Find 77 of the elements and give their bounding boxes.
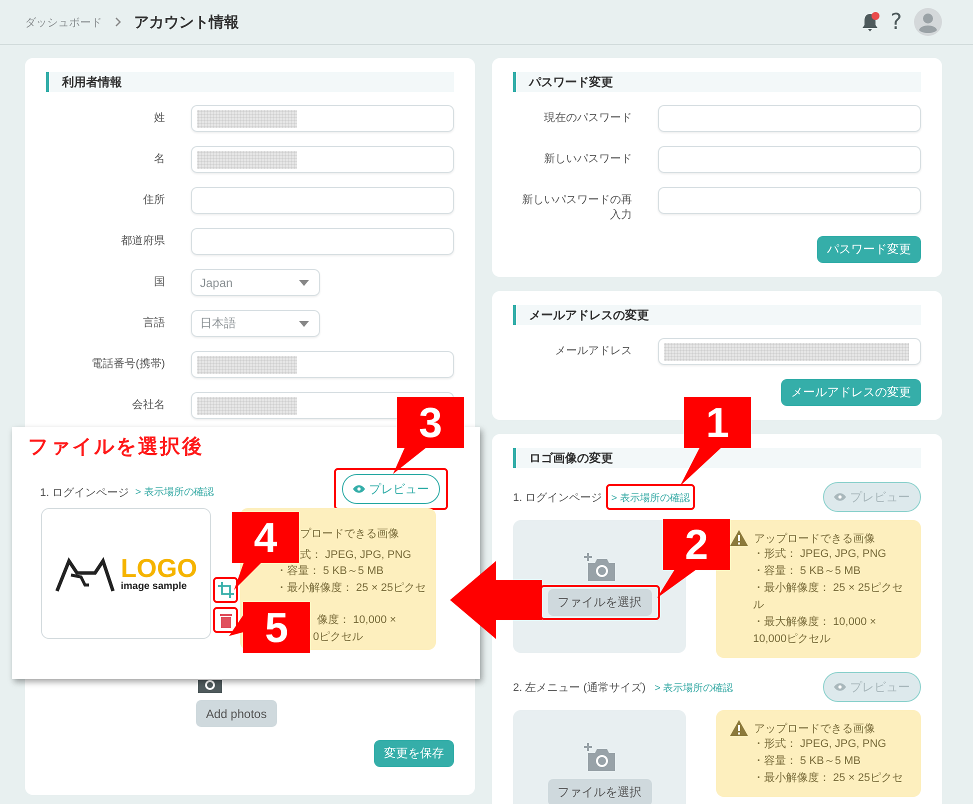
field-label: 都道府県 <box>120 234 165 249</box>
info-text: ・容量： 5 KB～5 MB <box>752 754 862 769</box>
warning-icon <box>730 720 748 736</box>
field-label: 新しいパスワード <box>543 152 632 167</box>
info-text: ・容量： 5 KB～5 MB <box>752 564 862 579</box>
info-text: ・容量： 5 KB～5 MB <box>276 564 385 579</box>
cat-outline-drawing <box>54 554 117 592</box>
field-label: 新しいパスワードの再入力 <box>521 192 632 223</box>
password-field[interactable] <box>658 146 921 173</box>
camera-plus-icon <box>584 553 616 581</box>
preview-button[interactable]: プレビュー <box>342 474 440 504</box>
slot-label: 1. ログインページ <box>40 486 130 500</box>
info-text: プロードできる画像 <box>300 526 400 542</box>
text-field[interactable] <box>191 228 454 255</box>
choose-file-button[interactable]: ファイルを選択 <box>548 779 652 804</box>
field-label: 住所 <box>142 193 165 208</box>
camera-plus-icon <box>584 743 616 771</box>
field-label: 電話番号(携帯) <box>90 356 165 372</box>
info-text: ・形式： JPEG, JPG, PNG <box>752 547 888 562</box>
logo-text: LOGO <box>120 555 198 581</box>
field-label: 国 <box>153 275 165 290</box>
slot-label: 1. ログインページ <box>513 490 602 504</box>
field-label: 会社名 <box>131 398 165 413</box>
logo-tagline: image sample <box>120 581 188 592</box>
eye-icon <box>353 485 365 493</box>
section-title: パスワード変更 <box>513 72 921 92</box>
slot-label: 2. 左メニュー (通常サイズ) <box>513 680 646 694</box>
field-label: 姓 <box>153 111 165 126</box>
warning-icon <box>730 530 748 546</box>
password-field[interactable] <box>658 187 921 214</box>
location-link[interactable]: > 表示場所の確認 <box>654 683 734 694</box>
info-text: 式： JPEG, JPG, PNG <box>300 548 412 562</box>
location-link[interactable]: > 表示場所の確認 <box>611 493 690 504</box>
info-title: アップロードできる画像 <box>754 532 875 546</box>
callout-tooltip: 5 <box>243 602 310 653</box>
info-text: ・最小解像度： 25 × 25ピクセル <box>752 580 904 613</box>
bell-icon[interactable] <box>860 11 882 33</box>
text-field[interactable] <box>191 351 454 378</box>
info-text: 0ピクセル <box>313 630 364 644</box>
change-password-button[interactable]: パスワード変更 <box>817 236 921 263</box>
text-field[interactable] <box>191 146 454 173</box>
password-field[interactable] <box>658 105 921 132</box>
info-text: ・形式： JPEG, JPG, PNG <box>752 737 888 752</box>
info-text: ・最小解像度： 25 × 25ピクセ <box>276 580 428 596</box>
email-field[interactable] <box>658 338 921 365</box>
info-text: ・最大解像度： 10,000 × 10,000ピクセル <box>752 614 878 647</box>
info-text: ・最小解像度： 25 × 25ピクセ <box>752 770 904 786</box>
field-label: 言語 <box>142 316 165 331</box>
select-field[interactable]: Japan <box>191 269 320 296</box>
info-title: アップロードできる画像 <box>754 722 875 736</box>
text-field[interactable] <box>191 105 454 132</box>
save-button[interactable]: 変更を保存 <box>374 740 454 767</box>
field-label: 名 <box>153 152 165 167</box>
add-photos-button[interactable]: Add photos <box>196 700 277 727</box>
section-title: メールアドレスの変更 <box>513 305 921 325</box>
eye-icon <box>834 493 846 501</box>
caret-icon <box>299 320 309 326</box>
section-title: ロゴ画像の変更 <box>513 448 921 468</box>
location-link[interactable]: > 表示場所の確認 <box>135 485 214 499</box>
help-icon[interactable]: ? <box>890 10 902 34</box>
section-title: 利用者情報 <box>46 72 454 92</box>
select-field[interactable]: 日本語 <box>191 310 320 337</box>
choose-file-button[interactable]: ファイルを選択 <box>548 589 652 616</box>
field-label: 現在のパスワード <box>543 111 632 126</box>
breadcrumb-item: アカウント情報 <box>134 12 239 32</box>
text-field[interactable] <box>191 187 454 214</box>
annotation-title: ファイルを選択後 <box>28 435 205 460</box>
caret-icon <box>299 280 309 286</box>
crop-icon[interactable] <box>218 582 234 598</box>
breadcrumb-item[interactable]: ダッシュボード <box>25 14 102 30</box>
avatar-icon[interactable] <box>914 8 942 36</box>
field-label: メールアドレス <box>554 344 632 359</box>
info-text: 像度： 10,000 × <box>317 612 398 628</box>
chevron-icon <box>114 17 122 27</box>
eye-icon <box>834 683 846 691</box>
trash-icon[interactable] <box>220 612 232 628</box>
change-email-button[interactable]: メールアドレスの変更 <box>781 379 921 406</box>
